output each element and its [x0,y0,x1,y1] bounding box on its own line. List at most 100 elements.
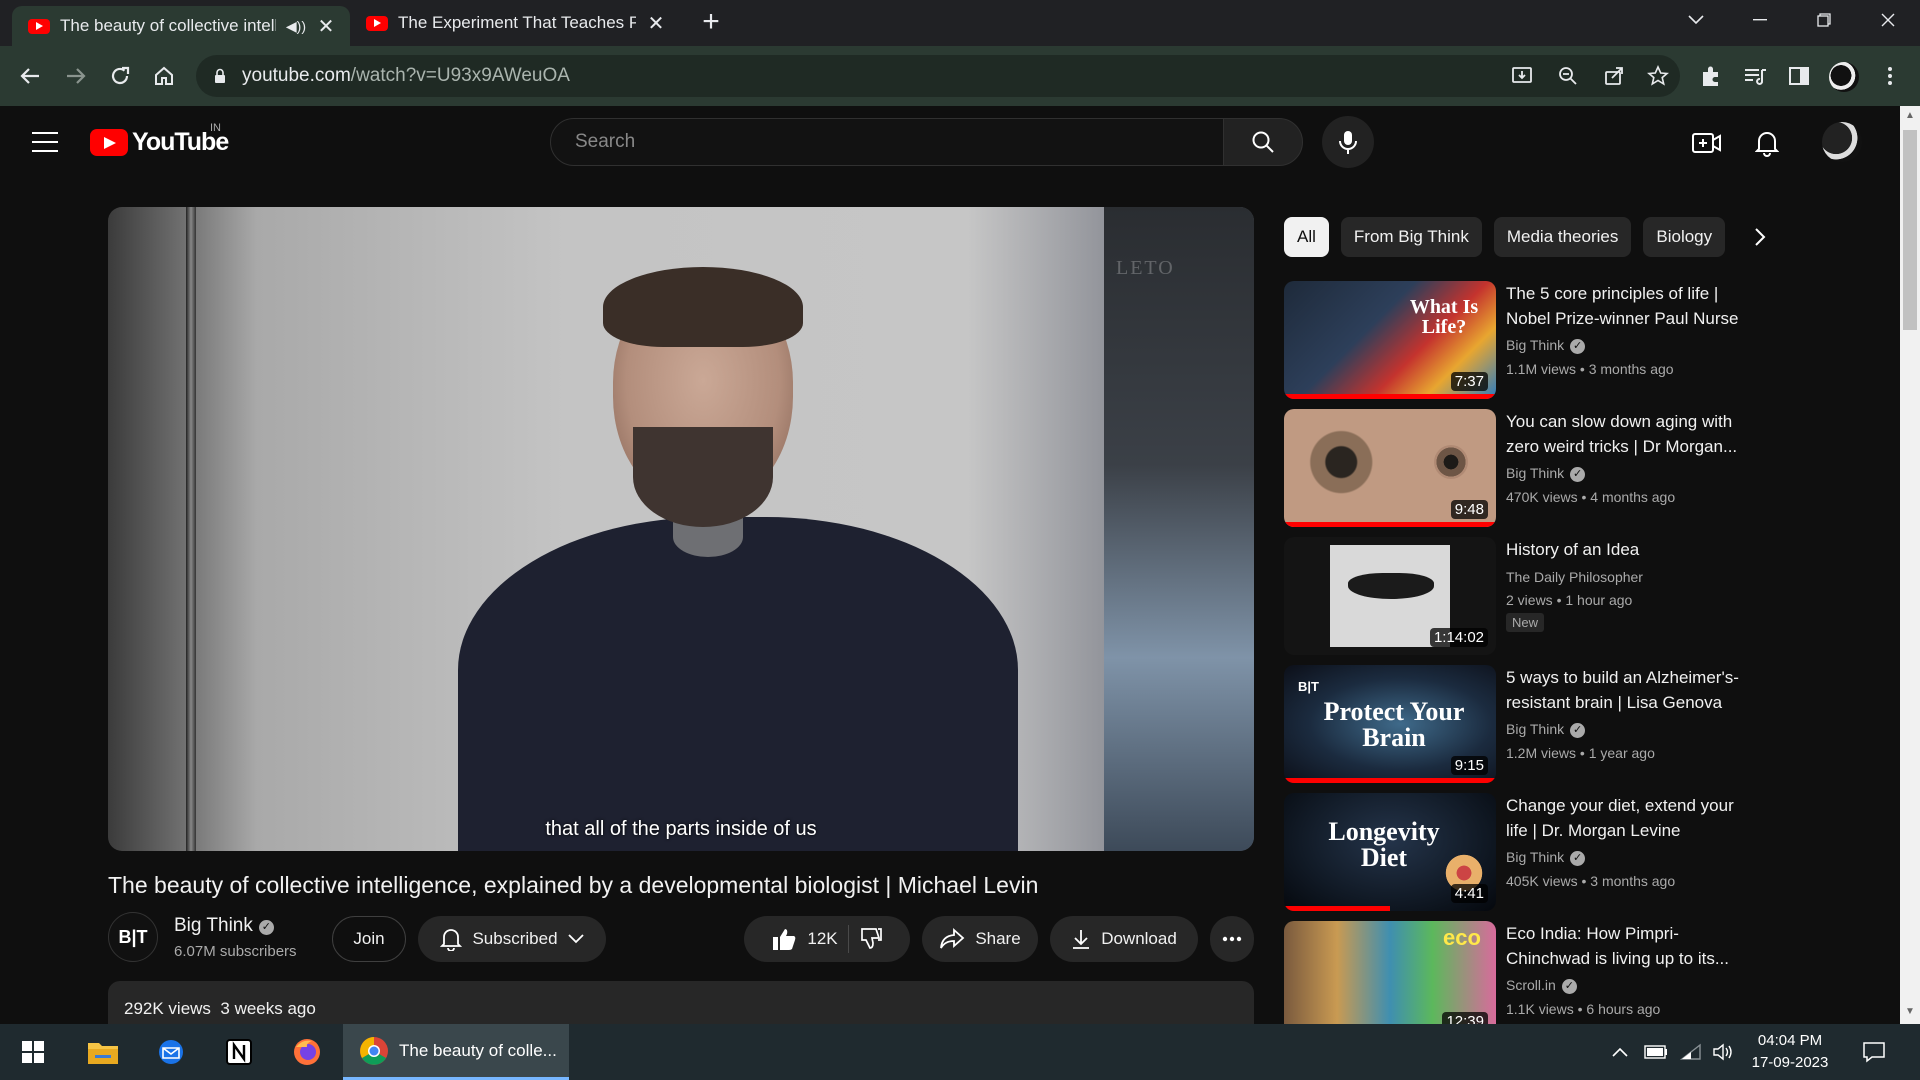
download-button[interactable]: Download [1050,916,1198,962]
reload-button[interactable] [104,60,136,92]
new-badge: New [1506,613,1545,632]
recommendation-title[interactable]: You can slow down aging with zero weird … [1506,409,1756,459]
region-code: IN [210,122,221,134]
recommendation-title[interactable]: Change your diet, extend your life | Dr.… [1506,793,1756,843]
search-input[interactable] [573,130,1193,154]
recommendation-item[interactable]: Longevity Diet 4:41 Change your diet, ex… [1284,793,1754,911]
side-panel-icon[interactable] [1785,62,1813,90]
scroll-up-arrow-icon[interactable]: ▲ [1904,110,1916,122]
browser-toolbar: youtube.com/watch?v=U93x9AWeuOA [0,46,1920,106]
verified-check-icon: ✓ [1570,467,1586,482]
firefox-icon[interactable] [278,1024,336,1080]
tab-active[interactable]: The beauty of collective intelligence ◀)… [12,6,350,46]
file-explorer-icon[interactable] [74,1024,132,1080]
tab-audio-icon[interactable]: ◀)) [286,18,306,35]
recommendation-channel[interactable]: Big Think ✓ [1506,465,1586,482]
chevron-right-icon[interactable] [1744,221,1776,253]
restore-button[interactable] [1794,0,1854,40]
recommendation-title[interactable]: The 5 core principles of life | Nobel Pr… [1506,281,1756,331]
search-button[interactable] [1223,118,1303,166]
scroll-down-arrow-icon[interactable]: ▼ [1904,1006,1916,1018]
chip-from-big-think[interactable]: From Big Think [1340,217,1482,257]
system-clock[interactable]: 04:04 PM 17-09-2023 [1730,1030,1850,1074]
recommendation-channel[interactable]: Big Think ✓ [1506,849,1586,866]
tab-search-icon[interactable] [1666,0,1726,40]
notification-center-icon[interactable] [1862,1024,1886,1080]
close-tab-icon[interactable]: ✕ [646,11,666,36]
minimize-button[interactable] [1730,0,1790,40]
recommendation-channel[interactable]: Big Think ✓ [1506,721,1586,738]
bell-icon [440,929,463,951]
recommendation-meta: 1.2M views • 1 year ago [1506,745,1655,761]
windows-start-icon[interactable] [4,1024,62,1080]
extensions-puzzle-icon[interactable] [1697,62,1725,90]
video-thumbnail[interactable]: eco 12:39 [1284,921,1496,1024]
notifications-bell-icon[interactable] [1752,128,1782,158]
thumbs-down-icon [860,928,882,949]
like-button[interactable]: 12K [771,927,838,951]
channel-avatar[interactable]: B|T [108,912,158,962]
recommendation-channel[interactable]: Scroll.in ✓ [1506,977,1577,994]
notion-icon[interactable] [210,1024,268,1080]
recommendation-item[interactable]: 1:14:02 History of an Idea The Daily Phi… [1284,537,1754,655]
recommendation-title[interactable]: History of an Idea [1506,537,1756,562]
share-button[interactable]: Share [922,916,1038,962]
share-page-icon[interactable] [1602,64,1626,88]
tray-overflow-chevron-icon[interactable] [1612,1024,1628,1080]
voice-search-button[interactable] [1322,116,1374,168]
recommendation-channel[interactable]: Big Think ✓ [1506,337,1586,354]
mail-app-icon[interactable] [142,1024,200,1080]
chip-media-theories[interactable]: Media theories [1493,217,1632,257]
tab-title: The beauty of collective intelligence [60,16,276,35]
background-stand [186,207,196,851]
close-window-button[interactable] [1858,0,1918,40]
recommendation-item[interactable]: eco 12:39 Eco India: How Pimpri-Chinchwa… [1284,921,1754,1024]
video-thumbnail[interactable]: What Is Life? 7:37 [1284,281,1496,399]
video-thumbnail[interactable]: B|T Protect Your Brain 9:15 [1284,665,1496,783]
verified-check-icon: ✓ [258,920,274,935]
taskbar-chrome-window[interactable]: The beauty of colle... [343,1024,569,1080]
recommendation-title[interactable]: 5 ways to build an Alzheimer's-resistant… [1506,665,1756,715]
tab-title: The Experiment That Teaches People [398,13,636,32]
subscribed-button[interactable]: Subscribed [418,916,606,962]
install-app-icon[interactable] [1510,64,1534,88]
more-actions-button[interactable] [1210,916,1254,962]
channel-name[interactable]: Big Think ✓ [174,915,274,937]
recommendation-item[interactable]: 9:48 You can slow down aging with zero w… [1284,409,1754,527]
youtube-logo[interactable]: YouTube [90,128,229,157]
recommendation-item[interactable]: What Is Life? 7:37 The 5 core principles… [1284,281,1754,399]
chrome-menu-icon[interactable] [1876,62,1904,90]
video-thumbnail[interactable]: 9:48 [1284,409,1496,527]
dislike-button[interactable] [859,927,883,951]
video-player[interactable]: LETO that all of the parts inside of us [108,207,1254,851]
wifi-icon[interactable] [1680,1024,1702,1080]
battery-icon[interactable] [1644,1024,1668,1080]
download-icon [1073,930,1090,949]
create-video-icon[interactable] [1692,128,1722,158]
back-button[interactable] [14,60,46,92]
bookmark-star-icon[interactable] [1646,64,1670,88]
duration-badge: 9:15 [1450,756,1488,775]
account-avatar[interactable] [1822,122,1862,162]
media-control-icon[interactable] [1741,62,1769,90]
address-bar[interactable]: youtube.com/watch?v=U93x9AWeuOA [196,55,1680,97]
zoom-icon[interactable] [1556,64,1580,88]
recommendation-item[interactable]: B|T Protect Your Brain 9:15 5 ways to bu… [1284,665,1754,783]
tab-inactive[interactable]: The Experiment That Teaches People ✕ [350,0,680,46]
scrollbar-thumb[interactable] [1903,130,1917,330]
profile-avatar[interactable] [1829,62,1859,92]
home-button[interactable] [148,60,180,92]
join-button[interactable]: Join [332,916,406,962]
video-thumbnail[interactable]: Longevity Diet 4:41 [1284,793,1496,911]
recommendation-title[interactable]: Eco India: How Pimpri-Chinchwad is livin… [1506,921,1754,971]
recommendation-channel[interactable]: The Daily Philosopher [1506,569,1643,585]
recommendation-meta: 1.1M views • 3 months ago [1506,361,1674,377]
chip-all[interactable]: All [1284,217,1329,257]
video-thumbnail[interactable]: 1:14:02 [1284,537,1496,655]
guide-menu-icon[interactable] [32,132,58,159]
forward-button[interactable] [60,60,92,92]
page-scrollbar[interactable]: ▲ ▼ [1900,106,1920,1024]
close-tab-icon[interactable]: ✕ [316,14,336,39]
chip-biology[interactable]: Biology [1643,217,1726,257]
new-tab-button[interactable]: + [696,7,726,38]
